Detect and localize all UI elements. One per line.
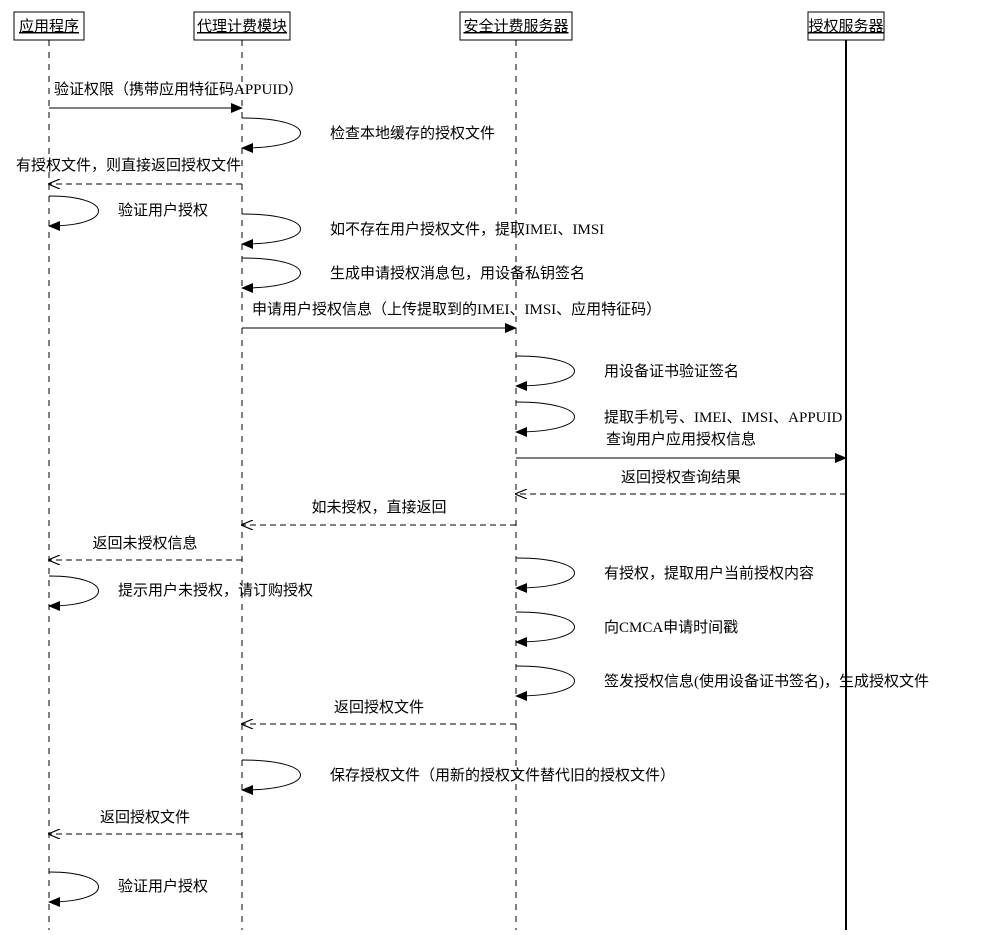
msg-m15-label: 有授权，提取用户当前授权内容 (604, 565, 814, 582)
msg-m7: 申请用户授权信息（上传提取到的IMEI、IMSI、应用特征码） (252, 300, 661, 318)
msg-m1: 验证权限（携带应用特征码APPUID） (54, 80, 303, 98)
msg-m3: 有授权文件，则直接返回授权文件 (16, 157, 241, 174)
self-m5: 如不存在用户授权文件，提取IMEI、IMSI (242, 214, 604, 244)
self-m2: 检查本地缓存的授权文件 (242, 118, 495, 148)
msg-m16-label: 向CMCA申请时间戳 (604, 619, 738, 636)
self-m14: 提示用户未授权，请订购授权 (49, 576, 313, 606)
self-m6: 生成申请授权消息包，用设备私钥签名 (242, 258, 585, 288)
self-m19: 保存授权文件（用新的授权文件替代旧的授权文件） (242, 760, 675, 790)
msg-m11: 返回授权查询结果 (621, 469, 741, 486)
self-m15: 有授权，提取用户当前授权内容 (516, 558, 814, 588)
lifeline-app: 应用程序 (14, 12, 84, 930)
lifeline-label-app: 应用程序 (19, 17, 79, 35)
msg-m4-label: 验证用户授权 (118, 202, 208, 219)
msg-m19-label: 保存授权文件（用新的授权文件替代旧的授权文件） (330, 767, 675, 784)
lifeline-billing: 代理计费模块 (194, 12, 290, 930)
self-m21: 验证用户授权 (49, 872, 208, 902)
self-m16: 向CMCA申请时间戳 (516, 612, 738, 642)
lifeline-label-secure: 安全计费服务器 (463, 17, 568, 35)
msg-m8-label: 用设备证书验证签名 (604, 363, 739, 380)
sequence-diagram: 应用程序 代理计费模块 安全计费服务器 授权服务器 验证权限（携带应用特征码AP… (0, 0, 1000, 935)
msg-m13: 返回未授权信息 (92, 535, 197, 552)
msg-m21-label: 验证用户授权 (118, 878, 208, 895)
self-m9: 提取手机号、IMEI、IMSI、APPUID (516, 402, 843, 432)
msg-m12: 如未授权，直接返回 (311, 499, 446, 516)
msg-m10: 查询用户应用授权信息 (606, 430, 756, 448)
lifeline-label-billing: 代理计费模块 (197, 18, 287, 35)
lifeline-label-auth: 授权服务器 (808, 18, 883, 35)
msg-m20: 返回授权文件 (100, 809, 190, 826)
msg-m14-label: 提示用户未授权，请订购授权 (118, 582, 313, 599)
lifeline-secure: 安全计费服务器 (460, 12, 572, 930)
self-m17: 签发授权信息(使用设备证书签名)，生成授权文件 (516, 666, 929, 696)
self-m4: 验证用户授权 (49, 196, 208, 226)
lifeline-auth: 授权服务器 (808, 12, 884, 930)
msg-m5-label: 如不存在用户授权文件，提取IMEI、IMSI (330, 221, 604, 238)
msg-m17-label: 签发授权信息(使用设备证书签名)，生成授权文件 (604, 673, 929, 690)
msg-m9-label: 提取手机号、IMEI、IMSI、APPUID (604, 409, 843, 426)
msg-m18: 返回授权文件 (334, 699, 424, 716)
msg-m2-label: 检查本地缓存的授权文件 (330, 125, 495, 142)
self-m8: 用设备证书验证签名 (516, 356, 739, 386)
msg-m6-label: 生成申请授权消息包，用设备私钥签名 (330, 265, 585, 282)
